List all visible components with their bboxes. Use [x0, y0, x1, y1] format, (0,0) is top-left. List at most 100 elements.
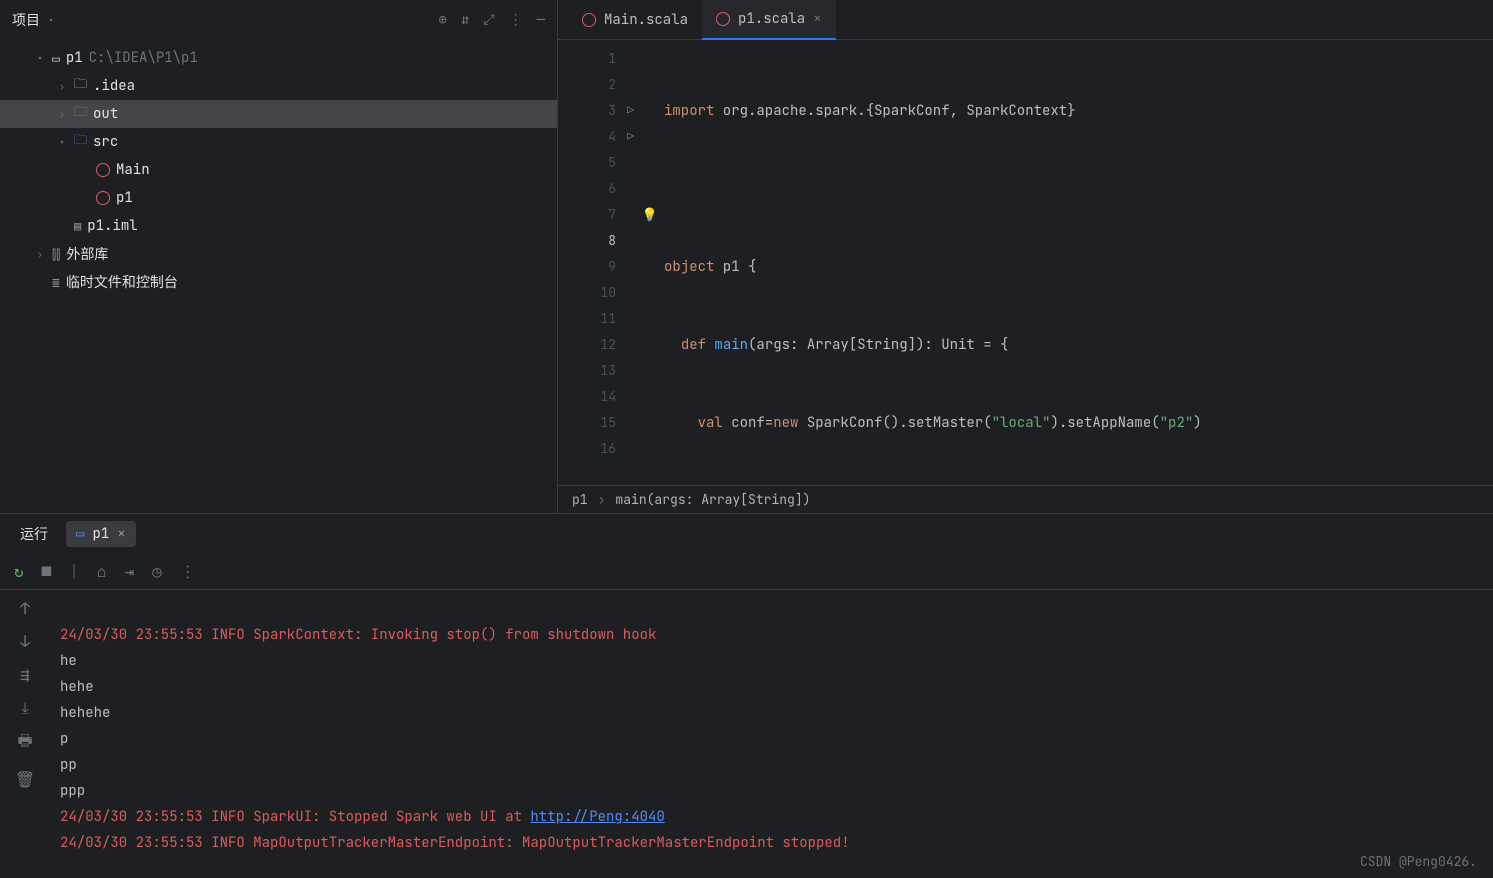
watermark: CSDN @Peng0426. — [1360, 853, 1477, 870]
sidebar-header: 项目 ▾ ⊕ ⇵ ⤢ ⋮ — — [0, 0, 557, 40]
tree-item-p1[interactable]: p1 — [0, 184, 557, 212]
line-number: 15 — [600, 410, 616, 436]
log-link[interactable]: http://Peng:4040 — [530, 808, 664, 826]
more-icon[interactable]: ⋮ — [509, 11, 523, 29]
console-output[interactable]: 24/03/30 23:55:53 INFO SparkContext: Inv… — [50, 590, 1493, 878]
log-line: 24/03/30 23:55:53 INFO SparkContext: Inv… — [60, 626, 656, 644]
scrollbar[interactable] — [1479, 40, 1493, 485]
scala-icon — [96, 191, 110, 205]
close-icon[interactable]: × — [117, 525, 125, 543]
run-icon[interactable]: ▷ — [627, 124, 634, 150]
folder-icon: 🗀 — [74, 103, 87, 125]
tree-item-iml[interactable]: ▤ p1.iml — [0, 212, 557, 240]
tab-p1-scala[interactable]: p1.scala × — [702, 0, 836, 40]
tree-item-out[interactable]: › 🗀 out — [0, 100, 557, 128]
log-line: p — [60, 730, 68, 748]
run-tab-label: p1 — [92, 525, 109, 543]
tab-main-scala[interactable]: Main.scala — [568, 0, 702, 40]
breadcrumb-item[interactable]: main(args: Array[String]) — [615, 491, 810, 508]
chevron-down-icon: ▾ — [56, 136, 68, 149]
collapse-icon[interactable]: ⤢ — [483, 11, 494, 29]
trash-icon[interactable]: 🗑 — [15, 769, 35, 790]
line-number: 14 — [600, 384, 616, 410]
tab-label: Main.scala — [604, 11, 688, 29]
tree-label: p1 — [66, 49, 83, 67]
line-number: 8 — [608, 228, 616, 254]
run-side-toolbar: ↑ ↓ ⇶ ⤓ 🖶 🗑 — [0, 590, 50, 878]
tree-root[interactable]: ▾ ▭ p1 C:\IDEA\P1\p1 — [0, 44, 557, 72]
run-icon[interactable]: ▷ — [627, 98, 634, 124]
down-icon[interactable]: ↓ — [20, 631, 30, 652]
line-number: 3 — [608, 98, 616, 124]
file-icon: ▤ — [74, 218, 81, 234]
tree-label: 临时文件和控制台 — [66, 272, 178, 292]
log-line: hehe — [60, 678, 94, 696]
line-number: 13 — [600, 358, 616, 384]
scroll-icon[interactable]: ⤓ — [21, 697, 28, 718]
expand-icon[interactable]: ⇵ — [461, 11, 469, 29]
line-number: 4 — [608, 124, 616, 150]
wrap-icon[interactable]: ⇶ — [20, 664, 30, 685]
library-icon: ⫿⫿ — [52, 246, 60, 263]
tree-item-scratches[interactable]: ≣ 临时文件和控制台 — [0, 268, 557, 296]
breadcrumb: p1 › main(args: Array[String]) — [558, 485, 1493, 513]
profiler-icon[interactable]: ◷ — [152, 561, 162, 582]
project-tree: ▾ ▭ p1 C:\IDEA\P1\p1 › 🗀 .idea › 🗀 out ▾… — [0, 40, 557, 296]
bulb-icon[interactable]: 💡 — [642, 202, 658, 228]
log-line: 24/03/30 23:55:53 INFO MapOutputTrackerM… — [60, 834, 850, 852]
run-label: 运行 — [20, 524, 48, 544]
log-line: he — [60, 652, 77, 670]
chevron-right-icon: › — [56, 108, 68, 121]
line-number: 1 — [608, 46, 616, 72]
run-panel: 运行 ▭ p1 × ↻ ■ | ⌂ ⇥ ◷ ⋮ ↑ ↓ ⇶ ⤓ 🖶 🗑 24/0… — [0, 513, 1493, 878]
line-number: 16 — [600, 436, 616, 462]
chevron-right-icon: › — [598, 491, 606, 508]
app-icon: ▭ — [76, 525, 84, 543]
project-sidebar: 项目 ▾ ⊕ ⇵ ⤢ ⋮ — ▾ ▭ p1 C:\IDEA\P1\p1 › 🗀 … — [0, 0, 558, 513]
scala-icon — [582, 13, 596, 27]
minimize-icon[interactable]: — — [537, 11, 545, 29]
up-icon[interactable]: ↑ — [20, 598, 30, 619]
tree-label: Main — [116, 161, 150, 179]
run-panel-tabs: 运行 ▭ p1 × — [0, 514, 1493, 554]
tree-label: 外部库 — [66, 244, 108, 264]
breadcrumb-item[interactable]: p1 — [572, 491, 588, 508]
tree-item-src[interactable]: ▾ 🗀 src — [0, 128, 557, 156]
scratches-icon: ≣ — [52, 274, 60, 291]
line-number: 9 — [608, 254, 616, 280]
stop-icon[interactable]: ■ — [42, 561, 52, 582]
line-number: 12 — [600, 332, 616, 358]
run-tab-p1[interactable]: ▭ p1 × — [66, 521, 136, 547]
code-editor[interactable]: 1 2 3▷ 4▷ 5 6 7💡 8 9 10 11 12 13 14 15 1… — [558, 40, 1493, 485]
line-number: 6 — [608, 176, 616, 202]
line-number: 7 — [608, 202, 616, 228]
screenshot-icon[interactable]: ⌂ — [97, 561, 107, 582]
scala-icon — [96, 163, 110, 177]
tree-item-external-libs[interactable]: › ⫿⫿ 外部库 — [0, 240, 557, 268]
log-line: hehehe — [60, 704, 110, 722]
more-icon[interactable]: ⋮ — [180, 561, 196, 582]
sidebar-title[interactable]: 项目 — [12, 10, 40, 30]
folder-icon: 🗀 — [74, 131, 87, 153]
log-line: 24/03/30 23:55:53 INFO SparkUI: Stopped … — [60, 808, 665, 826]
log-line: pp — [60, 756, 77, 774]
tree-label: p1 — [116, 189, 133, 207]
tree-item-main[interactable]: Main — [0, 156, 557, 184]
rerun-icon[interactable]: ↻ — [14, 561, 24, 582]
export-icon[interactable]: ⇥ — [124, 561, 134, 582]
tree-path: C:\IDEA\P1\p1 — [89, 49, 198, 67]
gutter: 1 2 3▷ 4▷ 5 6 7💡 8 9 10 11 12 13 14 15 1… — [558, 40, 636, 485]
module-icon: ▭ — [52, 50, 60, 67]
editor-pane: Main.scala p1.scala × 1 2 3▷ 4▷ 5 6 7💡 8… — [558, 0, 1493, 513]
close-icon[interactable]: × — [813, 10, 821, 28]
print-icon[interactable]: 🖶 — [17, 730, 32, 757]
scala-icon — [716, 12, 730, 26]
chevron-down-icon: ▾ — [34, 52, 46, 65]
code-content[interactable]: import org.apache.spark.{SparkConf, Spar… — [636, 40, 1479, 485]
tree-item-idea[interactable]: › 🗀 .idea — [0, 72, 557, 100]
target-icon[interactable]: ⊕ — [439, 11, 447, 29]
chevron-right-icon: › — [34, 248, 46, 261]
chevron-down-icon[interactable]: ▾ — [48, 14, 54, 27]
folder-icon: 🗀 — [74, 75, 87, 97]
line-number: 11 — [600, 306, 616, 332]
